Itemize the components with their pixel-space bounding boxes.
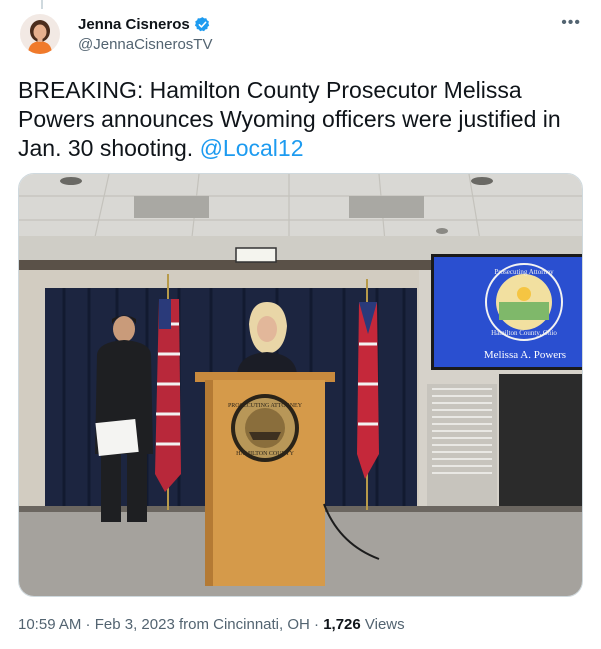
thread-connector xyxy=(41,0,43,9)
tweet-time[interactable]: 10:59 AM xyxy=(18,616,81,633)
author-display-name[interactable]: Jenna Cisneros xyxy=(78,16,190,33)
meta-separator-2: · xyxy=(309,616,324,633)
meta-separator: · xyxy=(81,616,95,633)
podium-seal-bottom-text: HAMILTON COUNTY xyxy=(236,451,295,457)
podium-seal-top-text: PROSECUTING ATTORNEY xyxy=(228,403,303,409)
more-options-icon[interactable]: ••• xyxy=(561,14,581,32)
avatar[interactable] xyxy=(20,14,60,54)
tweet-text: BREAKING: Hamilton County Prosecutor Mel… xyxy=(18,76,588,163)
views-count: 1,726 xyxy=(323,616,361,633)
views-label: Views xyxy=(360,616,405,633)
author-handle[interactable]: @JennaCisnerosTV xyxy=(78,36,212,53)
tweet-photo[interactable]: PROSECUTING ATTORNEY HAMILTON COUNTY Pro… xyxy=(18,173,583,597)
screen-caption: Melissa A. Powers xyxy=(484,349,566,361)
screen-seal-top-text: Prosecuting Attorney xyxy=(494,268,554,276)
tweet-location: from Cincinnati, OH xyxy=(174,616,310,633)
mention-link[interactable]: @Local12 xyxy=(200,135,304,161)
screen-seal-bottom-text: Hamilton County, Ohio xyxy=(491,329,557,337)
tweet-metadata: 10:59 AM · Feb 3, 2023 from Cincinnati, … xyxy=(18,616,405,633)
tweet-date[interactable]: Feb 3, 2023 xyxy=(95,616,175,633)
verified-badge-icon xyxy=(194,16,211,33)
press-conference-photo: PROSECUTING ATTORNEY HAMILTON COUNTY Pro… xyxy=(19,174,582,596)
tweet-header: Jenna Cisneros @JennaCisnerosTV ••• xyxy=(20,14,585,60)
